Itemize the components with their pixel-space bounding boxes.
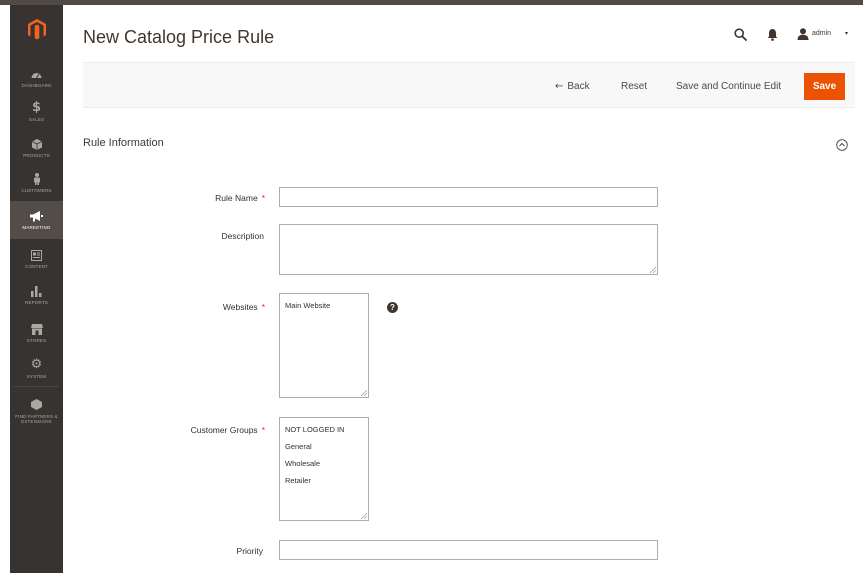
gauge-icon — [31, 67, 42, 81]
user-icon[interactable] — [797, 28, 809, 40]
rule-name-label: Rule Name * — [215, 193, 265, 203]
websites-option[interactable]: Main Website — [285, 297, 363, 314]
back-button[interactable]: ← Back — [555, 81, 590, 92]
required-marker: * — [261, 425, 265, 435]
admin-user-menu[interactable]: admin — [812, 30, 831, 37]
sidebar-divider — [14, 386, 59, 387]
resize-handle-icon[interactable] — [650, 267, 656, 273]
megaphone-icon — [30, 209, 43, 223]
description-textarea[interactable] — [279, 224, 658, 275]
admin-sidebar: DASHBOARD $ SALES PRODUCTS CUSTOMERS MAR… — [10, 5, 63, 573]
description-label: Description — [221, 231, 264, 241]
priority-input[interactable] — [279, 540, 658, 560]
person-icon — [33, 172, 41, 186]
sidebar-item-content[interactable]: CONTENT — [10, 241, 63, 277]
arrow-left-icon: ← — [555, 81, 564, 92]
app-window: DASHBOARD $ SALES PRODUCTS CUSTOMERS MAR… — [0, 0, 863, 573]
sidebar-item-system[interactable]: ⚙ SYSTEM — [10, 351, 63, 387]
sidebar-item-products[interactable]: PRODUCTS — [10, 130, 63, 166]
customer-group-option[interactable]: Retailer — [285, 472, 363, 489]
sidebar-item-sales[interactable]: $ SALES — [10, 94, 63, 130]
websites-multiselect[interactable]: Main Website — [279, 293, 369, 398]
search-icon[interactable] — [734, 28, 747, 41]
required-marker: * — [261, 193, 265, 203]
dollar-icon: $ — [31, 100, 42, 116]
sidebar-item-dashboard[interactable]: DASHBOARD — [10, 60, 63, 96]
customer-groups-label: Customer Groups * — [190, 425, 265, 435]
save-button[interactable]: Save — [804, 73, 845, 100]
help-icon[interactable]: ? — [387, 302, 398, 313]
top-border — [0, 0, 863, 5]
reset-button[interactable]: Reset — [621, 81, 647, 92]
notifications-bell-icon[interactable] — [767, 28, 778, 41]
magento-logo-icon — [27, 19, 46, 40]
page-actions-bar: ← Back Reset Save and Continue Edit Save — [83, 62, 855, 108]
gear-icon: ⚙ — [30, 357, 43, 373]
sidebar-item-stores[interactable]: STORES — [10, 315, 63, 351]
resize-handle-icon[interactable] — [361, 390, 367, 396]
customer-group-option[interactable]: General — [285, 438, 363, 455]
customer-group-option[interactable]: NOT LOGGED IN — [285, 421, 363, 438]
resize-handle-icon[interactable] — [361, 513, 367, 519]
sidebar-item-reports[interactable]: REPORTS — [10, 277, 63, 313]
bar-chart-icon — [31, 284, 42, 298]
customer-group-option[interactable]: Wholesale — [285, 455, 363, 472]
required-marker: * — [261, 302, 265, 312]
page-title: New Catalog Price Rule — [83, 27, 275, 47]
sidebar-item-marketing[interactable]: MARKETING — [10, 201, 63, 239]
content-icon — [31, 248, 42, 262]
sidebar-item-customers[interactable]: CUSTOMERS — [10, 165, 63, 201]
magento-logo[interactable] — [10, 10, 63, 50]
box-icon — [31, 398, 42, 412]
websites-label: Websites * — [222, 302, 265, 312]
sidebar-item-partners[interactable]: FIND PARTNERS & EXTENSIONS — [10, 389, 63, 433]
cube-icon — [31, 137, 42, 151]
customer-groups-multiselect[interactable]: NOT LOGGED IN General Wholesale Retailer — [279, 417, 369, 521]
collapse-chevron-icon[interactable] — [836, 139, 848, 151]
priority-label: Priority — [236, 546, 263, 556]
rule-name-input[interactable] — [279, 187, 658, 207]
save-and-continue-button[interactable]: Save and Continue Edit — [676, 81, 781, 92]
store-icon — [30, 322, 43, 336]
chevron-down-icon[interactable]: ▾ — [845, 30, 848, 37]
section-title[interactable]: Rule Information — [83, 137, 164, 149]
